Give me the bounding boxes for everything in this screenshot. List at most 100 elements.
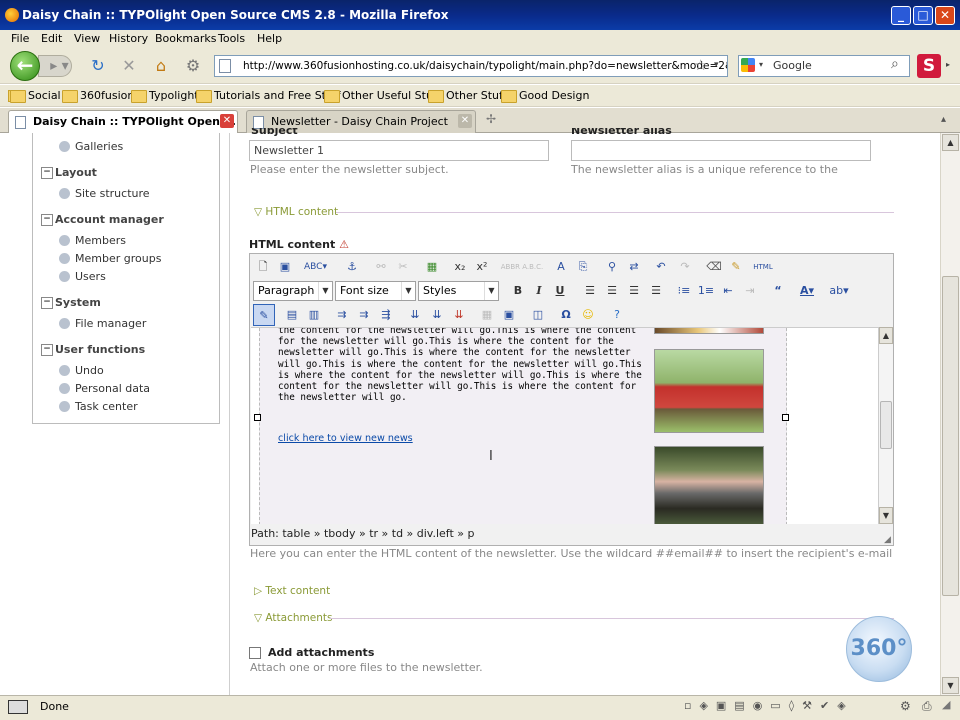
- scroll-down-icon[interactable]: ▼: [879, 507, 893, 524]
- new-document-icon[interactable]: 🗋: [252, 256, 274, 278]
- url-dropdown-icon[interactable]: ▾: [714, 60, 719, 70]
- fontsize-select[interactable]: Font size ▼: [335, 281, 416, 301]
- row-before-icon[interactable]: ⇉: [331, 304, 353, 326]
- resize-grip-icon[interactable]: ◢: [884, 535, 891, 545]
- row-after-icon[interactable]: ⇉: [353, 304, 375, 326]
- group-photo-bench[interactable]: [654, 446, 764, 524]
- maximize-button[interactable]: □: [913, 6, 933, 25]
- bookmark-typolight[interactable]: Typolight: [131, 89, 199, 103]
- back-button[interactable]: ←: [10, 51, 40, 81]
- resize-handle[interactable]: [254, 414, 261, 421]
- bookmark-tutorials[interactable]: Tutorials and Free Stuff: [196, 89, 341, 103]
- col-after-icon[interactable]: ⇊: [426, 304, 448, 326]
- text-content-legend[interactable]: ▷ Text content: [254, 585, 330, 597]
- help-icon[interactable]: ?: [606, 304, 628, 326]
- gear-icon[interactable]: ⚙: [183, 56, 203, 76]
- tab-daisy-chain[interactable]: Daisy Chain :: TYPOlight Open S... ✕: [8, 110, 238, 133]
- stumbleupon-icon[interactable]: S: [917, 54, 941, 78]
- page-scrollbar[interactable]: ▲ ▼: [940, 133, 960, 695]
- col-before-icon[interactable]: ⇊: [404, 304, 426, 326]
- sidebar-group-user-functions[interactable]: User functions: [41, 343, 145, 356]
- resize-handle[interactable]: [782, 414, 789, 421]
- close-tab-icon[interactable]: ✕: [220, 114, 234, 128]
- menu-history[interactable]: History: [109, 32, 148, 45]
- scroll-up-icon[interactable]: ▲: [942, 134, 959, 151]
- sidebar-item-site-structure[interactable]: Site structure: [59, 187, 150, 200]
- sidebar-item-galleries[interactable]: Galleries: [59, 140, 123, 153]
- alias-input[interactable]: [571, 140, 871, 161]
- close-window-button[interactable]: ✕: [935, 6, 955, 25]
- emoticon-icon[interactable]: ☺: [577, 304, 599, 326]
- cell-props-icon[interactable]: ▥: [303, 304, 325, 326]
- special-char-icon[interactable]: Ω: [555, 304, 577, 326]
- outdent-icon[interactable]: ⇤: [717, 280, 739, 302]
- bookmark-other-stuff[interactable]: Other Stuff: [428, 89, 507, 103]
- editor-content-area[interactable]: the content for the newsletter will go.T…: [251, 327, 878, 524]
- sidebar-group-layout[interactable]: Layout: [41, 166, 97, 179]
- group-photo-red-shirts[interactable]: [654, 349, 764, 433]
- sidebar-group-account-manager[interactable]: Account manager: [41, 213, 164, 226]
- spellcheck-icon[interactable]: ABC▾: [304, 256, 327, 278]
- sidebar-item-members[interactable]: Members: [59, 234, 126, 247]
- font-style-icon[interactable]: A: [550, 256, 572, 278]
- bullet-list-icon[interactable]: ⁝≡: [673, 280, 695, 302]
- photo-partial[interactable]: [654, 328, 764, 334]
- html-content-legend[interactable]: ▽ HTML content: [254, 206, 338, 218]
- subject-input[interactable]: Newsletter 1: [249, 140, 549, 161]
- highlight-icon[interactable]: ab▾: [828, 280, 850, 302]
- star-bookmark-icon[interactable]: ☆: [694, 56, 707, 74]
- attachments-label[interactable]: Add attachments: [268, 646, 374, 659]
- menu-file[interactable]: File: [11, 32, 29, 45]
- view-news-link[interactable]: click here to view new news: [278, 433, 413, 444]
- engine-dropdown-icon[interactable]: ▾: [759, 60, 763, 69]
- address-bar[interactable]: http://www.360fusionhosting.co.uk/daisyc…: [214, 55, 728, 77]
- bookmark-social[interactable]: Social: [10, 89, 61, 103]
- text-color-icon[interactable]: A▾: [796, 280, 818, 302]
- addon-icons[interactable]: ▫◈▣▤◉▭◊⚒✔◈: [684, 699, 854, 712]
- close-tab-icon[interactable]: ✕: [458, 114, 472, 128]
- menu-tools[interactable]: Tools: [218, 32, 245, 45]
- scroll-down-icon[interactable]: ▼: [942, 677, 959, 694]
- delete-col-icon[interactable]: ⇊: [448, 304, 470, 326]
- align-center-icon[interactable]: ☰: [601, 280, 623, 302]
- italic-icon[interactable]: I: [528, 280, 550, 302]
- menu-view[interactable]: View: [74, 32, 100, 45]
- sidebar-item-undo[interactable]: Undo: [59, 364, 104, 377]
- status-toggle-icon[interactable]: [8, 700, 28, 714]
- menu-edit[interactable]: Edit: [41, 32, 62, 45]
- stop-icon[interactable]: ✕: [119, 56, 139, 76]
- save-icon[interactable]: ▣: [274, 256, 296, 278]
- reload-icon[interactable]: ↻: [88, 56, 108, 76]
- split-cells-icon[interactable]: ▦: [476, 304, 498, 326]
- print-icon[interactable]: ⎙: [922, 699, 932, 714]
- align-justify-icon[interactable]: ☰: [645, 280, 667, 302]
- search-icon[interactable]: ⌕: [891, 56, 899, 72]
- superscript-icon[interactable]: x²: [471, 256, 493, 278]
- bookmark-other-useful[interactable]: Other Useful Stuff: [324, 89, 441, 103]
- numbered-list-icon[interactable]: 1≡: [695, 280, 717, 302]
- editor-scrollbar[interactable]: ▲ ▼: [878, 327, 893, 524]
- sidebar-item-users[interactable]: Users: [59, 270, 106, 283]
- insert-file-icon[interactable]: ⎘: [572, 256, 594, 278]
- menu-bookmarks[interactable]: Bookmarks: [155, 32, 216, 45]
- bold-icon[interactable]: B: [507, 280, 529, 302]
- scroll-up-icon[interactable]: ▲: [879, 327, 893, 344]
- underline-icon[interactable]: U: [549, 280, 571, 302]
- html-source-icon[interactable]: HTML: [752, 256, 774, 278]
- ghostery-icon[interactable]: ⚙: [900, 699, 911, 713]
- google-icon[interactable]: [741, 58, 755, 72]
- merge-cells-icon[interactable]: ▣: [498, 304, 520, 326]
- align-left-icon[interactable]: ☰: [579, 280, 601, 302]
- home-icon[interactable]: ⌂: [151, 56, 171, 76]
- visual-aid-icon[interactable]: ✎: [253, 304, 275, 326]
- sidebar-group-system[interactable]: System: [41, 296, 101, 309]
- new-tab-icon[interactable]: ✢: [486, 112, 496, 126]
- attachments-legend[interactable]: ▽ Attachments: [254, 612, 332, 624]
- blockquote-icon[interactable]: “: [767, 280, 789, 302]
- sidebar-item-file-manager[interactable]: File manager: [59, 317, 146, 330]
- undo-icon[interactable]: ↶: [650, 256, 672, 278]
- minimize-button[interactable]: _: [891, 6, 911, 25]
- anchor-icon[interactable]: ⚓: [341, 256, 363, 278]
- styles-select[interactable]: Styles ▼: [418, 281, 499, 301]
- indent-icon[interactable]: ⇥: [739, 280, 761, 302]
